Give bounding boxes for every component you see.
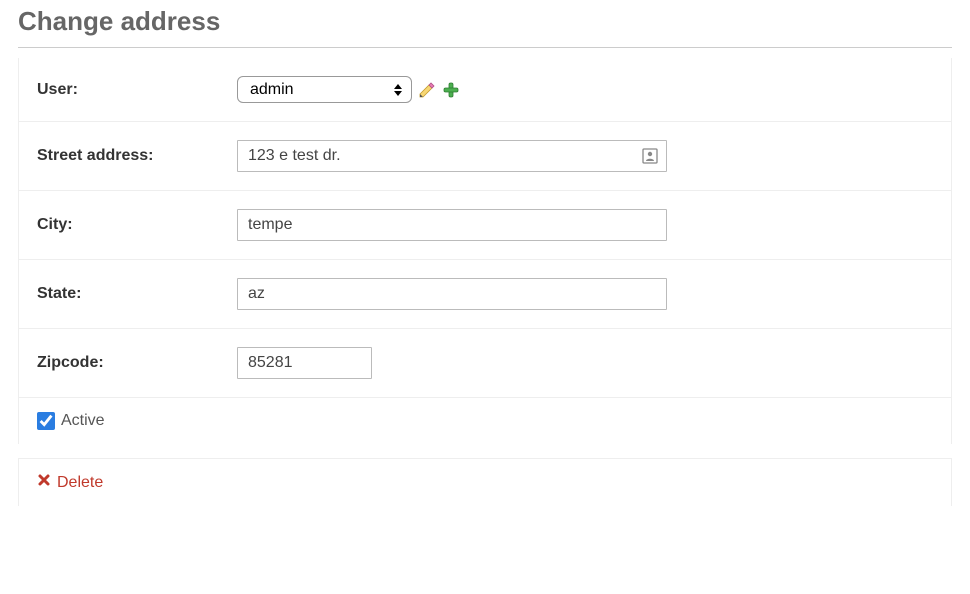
label-active: Active — [61, 412, 105, 430]
street-input[interactable] — [237, 140, 667, 172]
zipcode-input[interactable] — [237, 347, 372, 379]
street-input-wrapper — [237, 140, 667, 172]
row-zipcode: Zipcode: — [19, 329, 951, 398]
city-input[interactable] — [237, 209, 667, 241]
row-street: Street address: — [19, 122, 951, 191]
controls-state — [237, 278, 667, 310]
label-zipcode: Zipcode: — [37, 354, 237, 372]
address-form: User: admin — [18, 58, 952, 444]
label-state: State: — [37, 285, 237, 303]
delete-label: Delete — [57, 474, 103, 492]
row-city: City: — [19, 191, 951, 260]
state-input[interactable] — [237, 278, 667, 310]
page-title: Change address — [18, 0, 952, 48]
delete-section: Delete — [18, 458, 952, 506]
controls-city — [237, 209, 667, 241]
controls-street — [237, 140, 667, 172]
controls-user: admin — [237, 76, 460, 103]
active-checkbox[interactable] — [37, 412, 55, 430]
label-user: User: — [37, 81, 237, 99]
row-state: State: — [19, 260, 951, 329]
row-user: User: admin — [19, 58, 951, 122]
row-active: Active — [19, 398, 951, 444]
label-street: Street address: — [37, 147, 237, 165]
delete-link[interactable]: Delete — [37, 473, 103, 492]
controls-zipcode — [237, 347, 372, 379]
delete-x-icon — [37, 473, 51, 492]
user-select[interactable]: admin — [237, 76, 412, 103]
plus-icon[interactable] — [442, 81, 460, 99]
contact-card-icon[interactable] — [641, 147, 659, 165]
user-select-wrapper: admin — [237, 76, 412, 103]
pencil-icon[interactable] — [418, 81, 436, 99]
label-city: City: — [37, 216, 237, 234]
